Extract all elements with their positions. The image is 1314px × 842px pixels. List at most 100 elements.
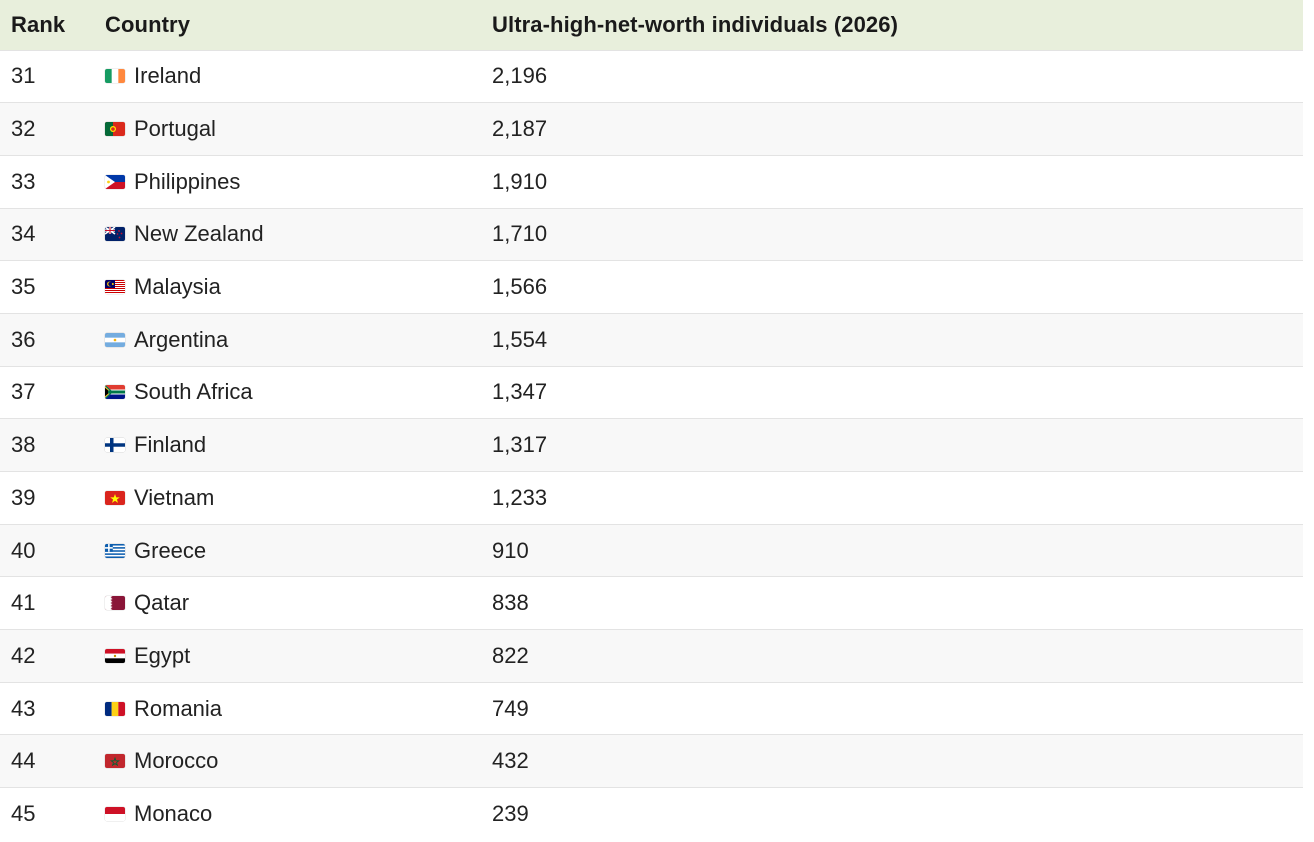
country-cell-content: Greece: [105, 538, 482, 564]
column-header-uhnwi[interactable]: Ultra-high-net-worth individuals (2026): [482, 0, 1303, 50]
monaco-flag-icon: [105, 807, 125, 822]
country-name: South Africa: [134, 379, 253, 405]
rank-cell: 34: [11, 221, 36, 247]
country-name: Vietnam: [134, 484, 215, 510]
country-cell-content: Finland: [105, 432, 482, 458]
country-cell-content: Monaco: [105, 801, 482, 827]
rankings-table: Rank Country Ultra-high-net-worth indivi…: [0, 0, 1303, 841]
country-cell: Morocco: [95, 735, 482, 788]
ireland-flag-icon: [105, 69, 125, 84]
table-row[interactable]: 36 Argentina 1,554: [0, 313, 1303, 367]
greece-flag-icon: [105, 543, 125, 558]
country-cell-content: Ireland: [105, 63, 482, 89]
table-row[interactable]: 41 Qatar 838: [0, 576, 1303, 630]
country-cell-content: Egypt: [105, 643, 482, 669]
country-cell: South Africa: [95, 366, 482, 419]
country-cell: Qatar: [95, 577, 482, 630]
country-name: Egypt: [134, 642, 191, 668]
country-cell-content: Qatar: [105, 590, 482, 616]
table-row[interactable]: 37 South Africa 1,347: [0, 366, 1303, 419]
country-cell: Argentina: [95, 313, 482, 366]
table-header: Rank Country Ultra-high-net-worth indivi…: [0, 0, 1303, 50]
rank-cell: 38: [11, 432, 36, 458]
portugal-flag-icon: [105, 122, 125, 137]
rank-cell: 31: [11, 63, 36, 89]
country-name: Argentina: [134, 326, 229, 352]
table-row[interactable]: 34 New Zealand 1,710: [0, 208, 1303, 261]
new-zealand-flag-icon: [105, 227, 125, 242]
table-row[interactable]: 33 Philippines 1,910: [0, 155, 1303, 209]
table-body: 31 Ireland 2,196 32 Portugal 2,187 33 Philippin…: [0, 50, 1303, 841]
finland-flag-icon: [105, 438, 125, 453]
country-cell: Portugal: [95, 103, 482, 156]
country-cell: New Zealand: [95, 208, 482, 261]
argentina-flag-icon: [105, 332, 125, 347]
rank-cell: 45: [11, 801, 36, 827]
table-row[interactable]: 32 Portugal 2,187: [0, 102, 1303, 156]
uhnwi-value-cell: 432: [492, 748, 529, 774]
rank-cell: 37: [11, 379, 36, 405]
country-cell-content: Philippines: [105, 169, 482, 195]
vietnam-flag-icon: [105, 490, 125, 505]
country-name: Ireland: [134, 63, 202, 89]
rank-cell: 42: [11, 642, 36, 668]
table-row[interactable]: 42 Egypt 822: [0, 629, 1303, 683]
table-row[interactable]: 40 Greece 910: [0, 524, 1303, 577]
rank-cell: 35: [11, 274, 36, 300]
rank-cell: 33: [11, 168, 36, 194]
uhnwi-value-cell: 910: [492, 537, 529, 563]
country-cell: Vietnam: [95, 472, 482, 525]
country-name: Romania: [134, 695, 223, 721]
country-cell-content: Romania: [105, 696, 482, 722]
country-cell: Finland: [95, 419, 482, 472]
malaysia-flag-icon: [105, 280, 125, 295]
rank-cell: 32: [11, 116, 36, 142]
uhnwi-value-cell: 838: [492, 590, 529, 616]
rank-cell: 39: [11, 484, 36, 510]
uhnwi-value-cell: 2,196: [492, 63, 548, 89]
country-cell: Monaco: [95, 788, 482, 841]
column-header-country[interactable]: Country: [95, 0, 482, 50]
table-row[interactable]: 45 Monaco 239: [0, 787, 1303, 841]
country-cell-content: South Africa: [105, 379, 482, 405]
rank-cell: 43: [11, 695, 36, 721]
uhnwi-value-cell: 1,554: [492, 326, 548, 352]
country-cell-content: New Zealand: [105, 221, 482, 247]
country-cell-content: Portugal: [105, 116, 482, 142]
country-name: Philippines: [134, 168, 241, 194]
country-cell: Egypt: [95, 630, 482, 683]
header-row: Rank Country Ultra-high-net-worth indivi…: [0, 0, 1303, 50]
country-name: New Zealand: [134, 221, 264, 247]
country-name: Portugal: [134, 116, 216, 142]
rank-cell: 41: [11, 590, 36, 616]
romania-flag-icon: [105, 701, 125, 716]
country-cell: Malaysia: [95, 261, 482, 314]
uhnwi-value-cell: 1,347: [492, 379, 548, 405]
uhnwi-value-cell: 239: [492, 801, 529, 827]
table-row[interactable]: 39 Vietnam 1,233: [0, 471, 1303, 525]
table-row[interactable]: 43 Romania 749: [0, 682, 1303, 735]
table-row[interactable]: 44 Morocco 432: [0, 734, 1303, 788]
uhnwi-value-cell: 749: [492, 695, 529, 721]
country-cell-content: Argentina: [105, 327, 482, 353]
country-name: Monaco: [134, 801, 213, 827]
qatar-flag-icon: [105, 596, 125, 611]
country-cell-content: Morocco: [105, 748, 482, 774]
country-cell: Ireland: [95, 50, 482, 103]
uhnwi-value-cell: 1,566: [492, 274, 548, 300]
country-cell: Philippines: [95, 155, 482, 208]
morocco-flag-icon: [105, 754, 125, 769]
country-name: Morocco: [134, 748, 219, 774]
column-header-rank[interactable]: Rank: [0, 0, 95, 50]
philippines-flag-icon: [105, 174, 125, 189]
uhnwi-value-cell: 1,710: [492, 221, 548, 247]
uhnwi-value-cell: 1,317: [492, 432, 548, 458]
country-cell-content: Vietnam: [105, 485, 482, 511]
rank-cell: 36: [11, 326, 36, 352]
table-row[interactable]: 31 Ireland 2,196: [0, 50, 1303, 103]
country-name: Finland: [134, 432, 207, 458]
uhnwi-value-cell: 2,187: [492, 116, 548, 142]
table-row[interactable]: 38 Finland 1,317: [0, 418, 1303, 472]
table-row[interactable]: 35 Malaysia 1,566: [0, 260, 1303, 314]
country-name: Qatar: [134, 590, 190, 616]
